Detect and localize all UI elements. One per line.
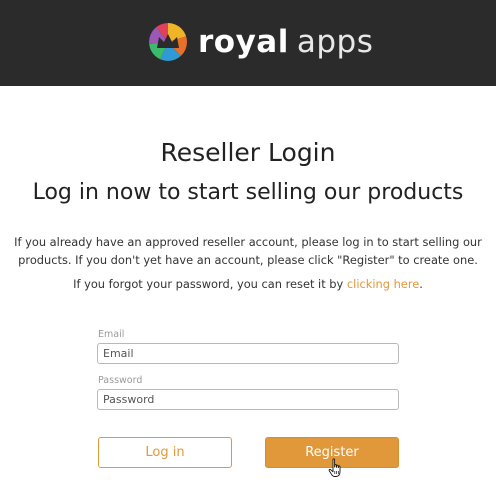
page-title: Reseller Login [160, 138, 336, 167]
password-label: Password [98, 375, 143, 386]
email-field[interactable] [97, 343, 399, 364]
hand-pointer-cursor-icon [328, 458, 341, 477]
brand-name-bold: royal [198, 24, 289, 60]
brand-name: royal apps [198, 24, 373, 60]
forgot-suffix: . [419, 277, 423, 291]
forgot-prefix: If you forgot your password, you can res… [73, 277, 347, 291]
brand-logo[interactable]: royal apps [148, 20, 373, 64]
login-button[interactable]: Log in [98, 437, 232, 468]
forgot-password-text: If you forgot your password, you can res… [0, 277, 496, 291]
reset-password-link[interactable]: clicking here [347, 277, 419, 291]
intro-text: If you already have an approved reseller… [14, 235, 482, 267]
email-label: Email [98, 329, 125, 340]
page-subtitle: Log in now to start selling our products [32, 180, 464, 205]
password-field[interactable] [97, 389, 399, 410]
crown-logo-icon [149, 23, 187, 61]
brand-name-light: apps [296, 24, 374, 60]
top-header-bar: royal apps [0, 0, 496, 86]
